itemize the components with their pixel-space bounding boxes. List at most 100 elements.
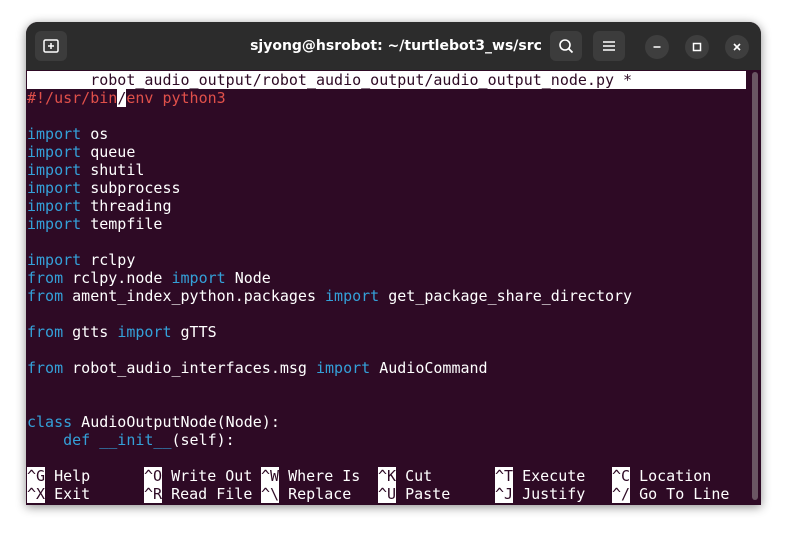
code-text: rclpy — [81, 251, 136, 269]
code-text: ament_index_python.packages — [63, 287, 326, 305]
keyword: from — [27, 269, 64, 287]
shortcut-key: ^K — [378, 467, 397, 485]
code-text: get_package_share_directory — [379, 287, 633, 305]
code-text: threading — [81, 197, 172, 215]
code-line[interactable]: import queue — [27, 143, 135, 161]
shortcut-go-to-line[interactable]: ^/ Go To Line — [612, 485, 729, 503]
shortcut-paste[interactable]: ^U Paste — [378, 485, 450, 503]
minimize-button[interactable] — [645, 35, 669, 59]
window-title: sjyong@hsrobot: ~/turtlebot3_ws/src — [250, 38, 542, 54]
code-text: gtts — [63, 323, 118, 341]
shortcut-key: ^X — [27, 485, 46, 503]
code-line[interactable]: import tempfile — [27, 215, 162, 233]
code-line[interactable]: import os — [27, 125, 108, 143]
code-line-shebang[interactable]: #!/usr/bin/env python3 — [27, 89, 226, 107]
code-line[interactable]: import subprocess — [27, 179, 181, 197]
code-line[interactable]: from ament_index_python.packages import … — [27, 287, 632, 305]
scrollbar[interactable] — [752, 72, 758, 500]
shortcut-key: ^/ — [612, 485, 631, 503]
new-tab-button[interactable] — [35, 31, 67, 61]
shortcut-key: ^T — [495, 467, 514, 485]
shebang-text-rest: env python3 — [126, 89, 226, 107]
code-line[interactable]: from gtts import gTTS — [27, 323, 217, 341]
keyword: import — [27, 161, 82, 179]
maximize-button[interactable] — [685, 35, 709, 59]
keyword: def — [63, 431, 91, 449]
close-icon — [733, 43, 741, 51]
shortcut-label: Read File — [162, 485, 253, 503]
shortcut-cut[interactable]: ^K Cut — [378, 467, 432, 485]
keyword: import — [27, 197, 82, 215]
shortcut-where-is[interactable]: ^W Where Is — [261, 467, 360, 485]
code-line[interactable]: class AudioOutputNode(Node): — [27, 413, 280, 431]
code-text: (self): — [171, 431, 235, 449]
shortcut-label: Exit — [45, 485, 91, 503]
keyword: import — [316, 359, 371, 377]
shortcut-exit[interactable]: ^X Exit — [27, 485, 90, 503]
code-text: os — [81, 125, 109, 143]
shortcut-label: Write Out — [162, 467, 253, 485]
terminal-content[interactable]: robot_audio_output/robot_audio_output/au… — [26, 70, 761, 505]
code-text: subprocess — [81, 179, 181, 197]
shortcut-label: Go To Line — [630, 485, 730, 503]
keyword: import — [171, 269, 226, 287]
code-text: AudioCommand — [370, 359, 488, 377]
menu-button[interactable] — [593, 31, 625, 61]
shortcut-label: Justify — [513, 485, 586, 503]
code-line[interactable]: def __init__(self): — [27, 431, 235, 449]
shebang-text: #!/usr/bin — [27, 89, 118, 107]
code-text: Node — [225, 269, 271, 287]
shortcut-replace[interactable]: ^\ Replace — [261, 485, 351, 503]
shortcut-help[interactable]: ^G Help — [27, 467, 90, 485]
shortcut-label: Execute — [513, 467, 586, 485]
keyword: import — [27, 125, 82, 143]
shortcut-key: ^C — [612, 467, 631, 485]
keyword: import — [117, 323, 172, 341]
shortcut-justify[interactable]: ^J Justify — [495, 485, 585, 503]
shortcut-location[interactable]: ^C Location — [612, 467, 711, 485]
keyword: import — [27, 143, 82, 161]
close-button[interactable] — [725, 35, 749, 59]
shortcut-label: Cut — [396, 467, 433, 485]
keyword: from — [27, 359, 64, 377]
keyword: import — [27, 179, 82, 197]
shortcut-write-out[interactable]: ^O Write Out — [144, 467, 252, 485]
shortcut-read-file[interactable]: ^R Read File — [144, 485, 252, 503]
code-text: tempfile — [81, 215, 163, 233]
nano-header: robot_audio_output/robot_audio_output/au… — [27, 71, 746, 89]
terminal-window: sjyong@hsrobot: ~/turtlebot3_ws/src robo… — [26, 22, 761, 505]
code-text: shutil — [81, 161, 145, 179]
new-tab-icon — [43, 39, 59, 53]
code-text: robot_audio_interfaces.msg — [63, 359, 316, 377]
keyword: import — [27, 251, 82, 269]
code-line[interactable]: from rclpy.node import Node — [27, 269, 271, 287]
search-button[interactable] — [550, 31, 582, 61]
shortcut-key: ^W — [261, 467, 280, 485]
code-line[interactable]: from robot_audio_interfaces.msg import A… — [27, 359, 488, 377]
shortcut-key: ^J — [495, 485, 514, 503]
code-text: AudioOutputNode(Node): — [72, 413, 280, 431]
shortcut-label: Help — [45, 467, 91, 485]
keyword: class — [27, 413, 73, 431]
code-line[interactable]: import threading — [27, 197, 172, 215]
keyword: import — [325, 287, 380, 305]
minimize-icon — [653, 46, 661, 48]
shortcut-execute[interactable]: ^T Execute — [495, 467, 585, 485]
search-icon — [559, 39, 574, 54]
code-text: gTTS — [171, 323, 217, 341]
shortcut-label: Replace — [279, 485, 352, 503]
shortcut-key: ^\ — [261, 485, 280, 503]
shortcut-key: ^G — [27, 467, 46, 485]
code-line[interactable]: import rclpy — [27, 251, 135, 269]
shortcut-key: ^U — [378, 485, 397, 503]
keyword: __init__ — [99, 431, 172, 449]
shortcut-key: ^R — [144, 485, 163, 503]
keyword: from — [27, 323, 64, 341]
keyword: import — [27, 215, 82, 233]
code-line[interactable]: import shutil — [27, 161, 144, 179]
keyword: from — [27, 287, 64, 305]
maximize-icon — [692, 42, 702, 52]
code-text: queue — [81, 143, 136, 161]
